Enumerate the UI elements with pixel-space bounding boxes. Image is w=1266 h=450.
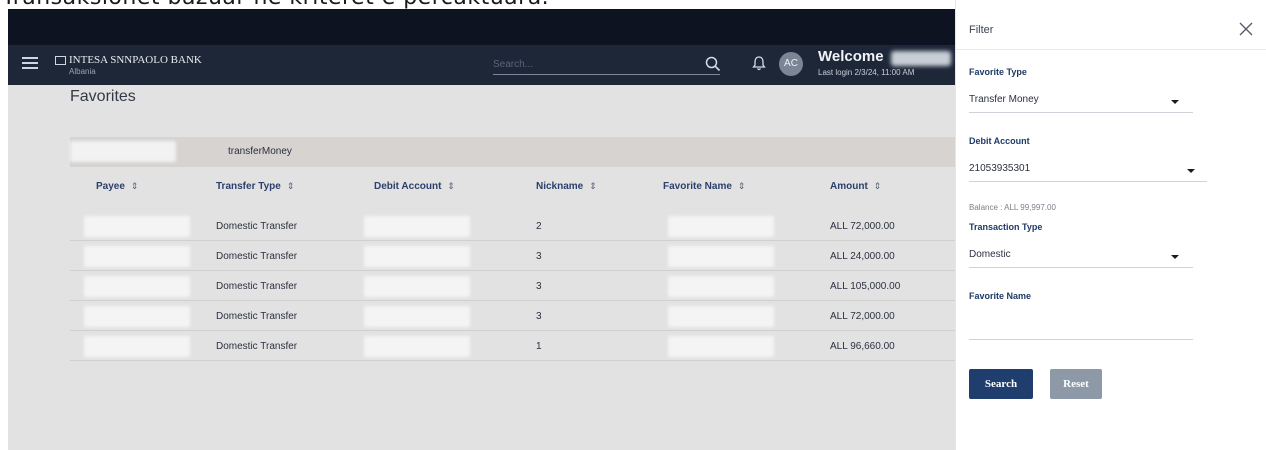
column-header-debit-account[interactable]: Debit Account ⇕ (374, 181, 455, 192)
amount-cell: ALL 96,660.00 (830, 341, 895, 352)
favorite-name-input[interactable] (969, 318, 1193, 340)
nickname-cell: 3 (536, 281, 542, 292)
caption-text: Transaksionet bazuar në kriteret e përca… (2, 0, 549, 9)
avatar[interactable]: AC (779, 52, 803, 76)
debit-account-label: Debit Account (969, 136, 1030, 146)
sort-icon: ⇕ (447, 181, 455, 191)
favorites-table: Payee ⇕ Transfer Type ⇕ Debit Account ⇕ Nic… (70, 167, 955, 361)
chevron-down-icon (1171, 255, 1179, 259)
tab-redacted[interactable] (70, 141, 176, 162)
redacted-payee (84, 276, 190, 297)
redacted-debit-account (364, 216, 470, 237)
redacted-debit-account (364, 306, 470, 327)
redacted-payee (84, 306, 190, 327)
nickname-cell: 3 (536, 251, 542, 262)
table-row[interactable]: Domestic Transfer 3 ALL 24,000.00 (70, 241, 955, 271)
redacted-debit-account (364, 336, 470, 357)
top-dark-strip (8, 9, 955, 45)
table-row[interactable]: Domestic Transfer 1 ALL 96,660.00 (70, 331, 955, 361)
favorite-name-label: Favorite Name (969, 291, 1032, 301)
column-header-favorite-name[interactable]: Favorite Name ⇕ (663, 181, 745, 192)
search-input[interactable] (493, 55, 693, 73)
table-row[interactable]: Domestic Transfer 2 ALL 72,000.00 (70, 211, 955, 241)
bell-icon[interactable] (752, 55, 766, 71)
filter-title: Filter (969, 24, 994, 36)
chevron-down-icon (1171, 100, 1179, 104)
app-header: INTESA SNNPAOLO BANK Albania AC Welcome … (8, 45, 955, 85)
redacted-debit-account (364, 246, 470, 267)
transfer-type-cell: Domestic Transfer (216, 251, 298, 262)
search-icon[interactable] (705, 56, 721, 72)
logo-icon (55, 56, 66, 65)
favorite-type-select[interactable]: Transfer Money (969, 91, 1193, 113)
sort-icon: ⇕ (737, 181, 746, 191)
transfer-type-cell: Domestic Transfer (216, 341, 298, 352)
welcome-text: Welcome (818, 48, 884, 65)
nickname-cell: 1 (536, 341, 542, 352)
filter-panel: Filter Favorite Type Transfer Money Debi… (955, 0, 1266, 450)
nickname-cell: 3 (536, 311, 542, 322)
redacted-user-name (891, 51, 951, 66)
amount-cell: ALL 105,000.00 (830, 281, 901, 292)
table-row[interactable]: Domestic Transfer 3 ALL 105,000.00 (70, 271, 955, 301)
tab-transfer-money[interactable]: transferMoney (228, 146, 292, 157)
last-login-text: Last login 2/3/24, 11:00 AM (818, 68, 915, 77)
table-row[interactable]: Domestic Transfer 3 ALL 72,000.00 (70, 301, 955, 331)
sort-icon: ⇕ (130, 181, 139, 191)
transaction-type-label: Transaction Type (969, 222, 1043, 232)
redacted-debit-account (364, 276, 470, 297)
column-header-transfer-type[interactable]: Transfer Type ⇕ (216, 181, 294, 192)
redacted-favorite-name (668, 216, 774, 237)
amount-cell: ALL 24,000.00 (830, 251, 895, 262)
nickname-cell: 2 (536, 221, 542, 232)
transaction-type-value: Domestic (969, 249, 1011, 260)
amount-cell: ALL 72,000.00 (830, 311, 895, 322)
hamburger-icon[interactable] (22, 56, 38, 70)
redacted-favorite-name (668, 306, 774, 327)
sort-icon: ⇕ (873, 181, 882, 191)
search-button[interactable]: Search (969, 369, 1033, 399)
redacted-favorite-name (668, 246, 774, 267)
favorites-tab-bar: transferMoney (70, 137, 955, 167)
redacted-favorite-name (668, 336, 774, 357)
redacted-payee (84, 336, 190, 357)
app-background: INTESA SNNPAOLO BANK Albania AC Welcome … (8, 9, 955, 450)
column-header-payee[interactable]: Payee ⇕ (96, 181, 138, 192)
close-icon[interactable] (1239, 22, 1253, 36)
bank-name: INTESA SNNPAOLO BANK (69, 54, 202, 66)
reset-button[interactable]: Reset (1050, 369, 1102, 399)
bank-country: Albania (69, 67, 96, 76)
redacted-payee (84, 216, 190, 237)
transfer-type-cell: Domestic Transfer (216, 311, 298, 322)
sort-icon: ⇕ (589, 181, 597, 191)
favorite-type-value: Transfer Money (969, 94, 1039, 105)
redacted-payee (84, 246, 190, 267)
sort-icon: ⇕ (286, 181, 295, 191)
table-header: Payee ⇕ Transfer Type ⇕ Debit Account ⇕ Nic… (70, 167, 955, 211)
transaction-type-select[interactable]: Domestic (969, 246, 1193, 268)
balance-text: Balance : ALL 99,997.00 (969, 203, 1056, 212)
transfer-type-cell: Domestic Transfer (216, 221, 298, 232)
debit-account-value: 21053935301 (969, 163, 1031, 174)
chevron-down-icon (1187, 169, 1195, 173)
column-header-amount[interactable]: Amount ⇕ (830, 181, 881, 192)
debit-account-select[interactable]: 21053935301 (969, 160, 1207, 182)
page-title: Favorites (70, 88, 136, 105)
transfer-type-cell: Domestic Transfer (216, 281, 298, 292)
redacted-favorite-name (668, 276, 774, 297)
favorite-type-label: Favorite Type (969, 67, 1027, 77)
column-header-nickname[interactable]: Nickname ⇕ (536, 181, 597, 192)
filter-divider (956, 49, 1266, 50)
header-search (493, 53, 721, 75)
amount-cell: ALL 72,000.00 (830, 221, 895, 232)
